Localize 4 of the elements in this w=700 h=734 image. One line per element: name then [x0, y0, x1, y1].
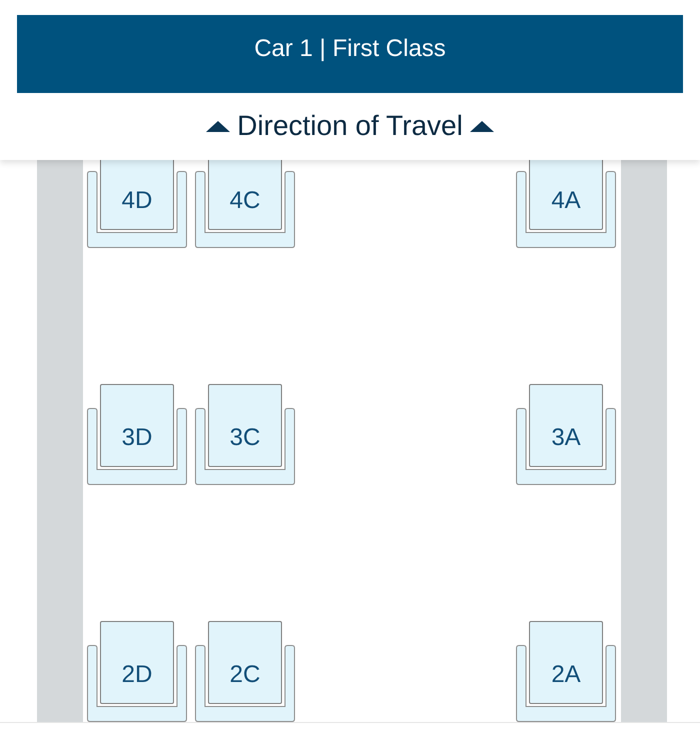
car-title: Car 1 | First Class — [254, 37, 446, 61]
direction-label: Direction of Travel — [237, 112, 463, 140]
triangle-up-icon — [206, 120, 230, 132]
triangle-up-icon — [470, 120, 494, 132]
